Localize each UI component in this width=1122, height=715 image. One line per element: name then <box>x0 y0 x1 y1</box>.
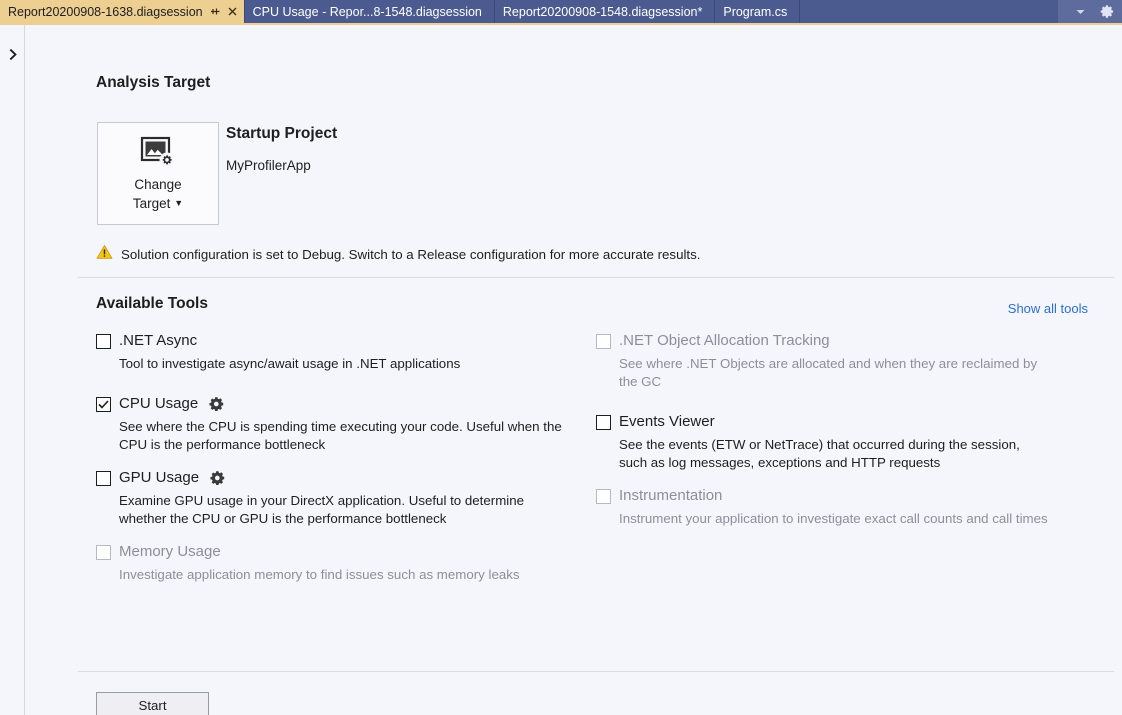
configuration-warning: Solution configuration is set to Debug. … <box>96 244 700 265</box>
chevron-down-icon[interactable] <box>1072 4 1088 20</box>
tab-strip: Report20200908-1638.diagsession CPU Usag… <box>0 0 1122 23</box>
picture-settings-icon <box>140 136 176 169</box>
tab-report-1548[interactable]: Report20200908-1548.diagsession* <box>495 0 715 23</box>
tools-column-right: .NET Object Allocation Tracking See wher… <box>596 330 1096 597</box>
tool-desc-cpu-usage: See where the CPU is spending time execu… <box>119 418 571 454</box>
divider-bottom <box>78 671 1114 672</box>
tab-label: CPU Usage - Repor...8-1548.diagsession <box>253 5 486 19</box>
change-target-button[interactable]: Change Target ▼ <box>97 122 219 225</box>
divider-top <box>78 277 1114 278</box>
configuration-warning-text: Solution configuration is set to Debug. … <box>121 247 700 262</box>
tool-checkbox-memory-usage <box>96 545 111 560</box>
tab-report-1638[interactable]: Report20200908-1638.diagsession <box>0 0 245 23</box>
tab-label: Report20200908-1548.diagsession* <box>503 5 706 19</box>
gear-icon-gpu-usage[interactable] <box>209 470 226 487</box>
tool-instrumentation: Instrumentation Instrument your applicat… <box>596 485 1096 528</box>
dropdown-caret-icon[interactable]: ▼ <box>174 198 183 208</box>
tool-name-cpu-usage: CPU Usage <box>119 395 198 413</box>
tool-checkbox-gpu-usage[interactable] <box>96 471 111 486</box>
close-icon[interactable] <box>225 4 241 20</box>
tool-desc-dotnet-object-allocation-tracking: See where .NET Objects are allocated and… <box>619 355 1049 391</box>
tool-desc-dotnet-async: Tool to investigate async/await usage in… <box>119 355 571 373</box>
startup-project-heading: Startup Project <box>226 124 337 144</box>
tools-column-left: .NET Async Tool to investigate async/awa… <box>96 330 596 597</box>
warning-triangle-icon <box>96 244 113 265</box>
tab-program-cs[interactable]: Program.cs <box>715 0 800 23</box>
change-target-label: Change Target ▼ <box>133 175 183 215</box>
tool-memory-usage: Memory Usage Investigate application mem… <box>96 541 596 584</box>
change-target-line1: Change <box>134 177 181 192</box>
tool-name-instrumentation: Instrumentation <box>619 487 722 505</box>
tool-cpu-usage: CPU Usage See where the CPU is spending … <box>96 393 596 454</box>
chevron-right-icon[interactable] <box>5 46 21 62</box>
change-target-line2: Target <box>133 196 171 211</box>
tool-desc-events-viewer: See the events (ETW or NetTrace) that oc… <box>619 436 1049 472</box>
tab-label: Program.cs <box>723 5 791 19</box>
tool-dotnet-async: .NET Async Tool to investigate async/awa… <box>96 330 596 373</box>
tool-desc-instrumentation: Instrument your application to investiga… <box>619 510 1049 528</box>
diagnostics-hub-frame: Analysis Target Change Target <box>0 23 1122 715</box>
tool-desc-memory-usage: Investigate application memory to find i… <box>119 566 571 584</box>
left-rail <box>0 25 25 715</box>
tool-checkbox-events-viewer[interactable] <box>596 415 611 430</box>
tool-name-dotnet-async: .NET Async <box>119 332 197 350</box>
tab-cpu-usage-report[interactable]: CPU Usage - Repor...8-1548.diagsession <box>245 0 495 23</box>
pin-icon[interactable] <box>207 4 223 20</box>
startup-project-info: Startup Project MyProfilerApp <box>226 124 337 173</box>
tools-grid: .NET Async Tool to investigate async/awa… <box>96 330 1096 597</box>
tool-name-memory-usage: Memory Usage <box>119 543 221 561</box>
tool-desc-gpu-usage: Examine GPU usage in your DirectX applic… <box>119 492 571 528</box>
gear-icon-cpu-usage[interactable] <box>208 396 225 413</box>
startup-project-name: MyProfilerApp <box>226 158 337 173</box>
start-button[interactable]: Start <box>96 692 209 715</box>
tool-checkbox-instrumentation <box>596 489 611 504</box>
tab-strip-controls <box>1058 0 1122 23</box>
diagnostics-content: Analysis Target Change Target <box>26 25 1122 715</box>
tab-label: Report20200908-1638.diagsession <box>8 5 207 19</box>
analysis-target-title: Analysis Target <box>96 74 210 92</box>
tool-name-gpu-usage: GPU Usage <box>119 469 199 487</box>
tab-strip-spacer <box>800 0 1058 23</box>
tool-name-events-viewer: Events Viewer <box>619 413 715 431</box>
available-tools-title: Available Tools <box>96 295 208 313</box>
tool-checkbox-dotnet-object-allocation-tracking <box>596 334 611 349</box>
gear-icon[interactable] <box>1099 4 1115 20</box>
tool-name-dotnet-object-allocation-tracking: .NET Object Allocation Tracking <box>619 332 830 350</box>
show-all-tools-link[interactable]: Show all tools <box>1008 301 1088 316</box>
tool-events-viewer: Events Viewer See the events (ETW or Net… <box>596 411 1096 472</box>
tool-dotnet-object-allocation-tracking: .NET Object Allocation Tracking See wher… <box>596 330 1096 391</box>
tool-checkbox-dotnet-async[interactable] <box>96 334 111 349</box>
tool-checkbox-cpu-usage[interactable] <box>96 397 111 412</box>
tool-gpu-usage: GPU Usage Examine GPU usage in your Dire… <box>96 467 596 528</box>
